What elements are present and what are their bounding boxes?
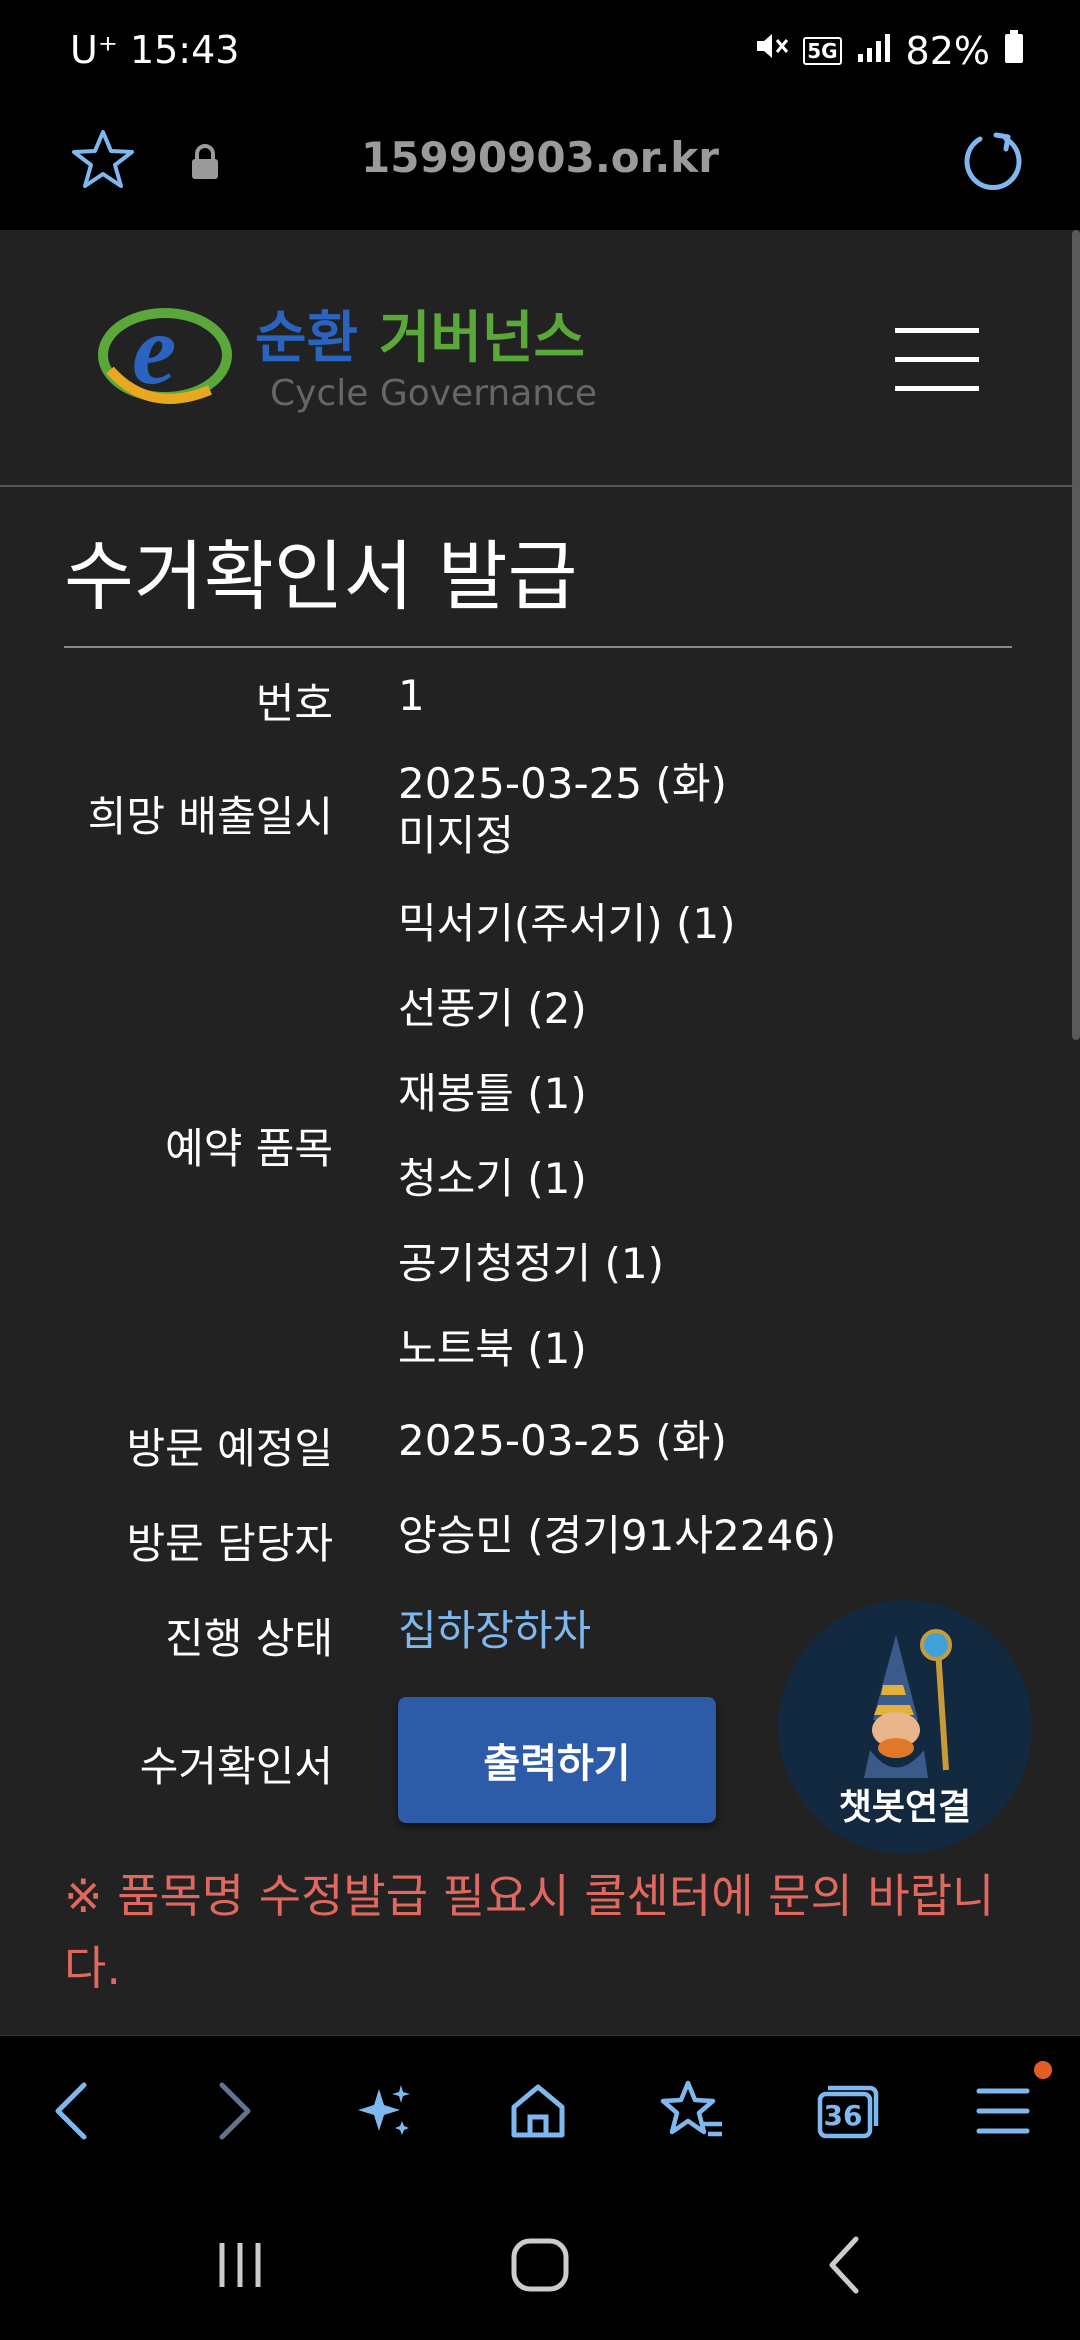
logo-title-1: 순환: [255, 306, 358, 371]
logo-subtitle: Cycle Governance: [270, 373, 597, 414]
system-navigation-bar: [0, 2185, 1080, 2340]
bookmarks-icon[interactable]: [658, 2076, 728, 2146]
site-logo[interactable]: e 순환 거버넌스 Cycle Governance: [90, 294, 650, 425]
wizard-mascot-icon: [864, 1629, 952, 1778]
hamburger-icon[interactable]: [895, 328, 979, 392]
signal-icon: [856, 29, 892, 73]
value-visit-date: 2025-03-25 (화): [398, 1416, 727, 1465]
recent-apps-icon[interactable]: [200, 2225, 280, 2305]
chatbot-label: 챗봇연결: [838, 1787, 972, 1828]
label-desired-date: 희망 배출일시: [87, 792, 333, 841]
value-desired-date-line2: 미지정: [398, 811, 514, 860]
reload-icon[interactable]: [956, 125, 1030, 203]
site-header: e 순환 거버넌스 Cycle Governance: [0, 230, 1075, 487]
item-0: 믹서기(주서기) (1): [398, 899, 736, 948]
mute-icon: [753, 28, 789, 73]
chatbot-button[interactable]: 챗봇연결: [778, 1600, 1032, 1854]
logo-title-2: 거버넌스: [379, 306, 585, 371]
item-4: 공기청정기 (1): [398, 1239, 665, 1288]
home-button-icon[interactable]: [500, 2225, 580, 2305]
5g-icon: 5G: [803, 36, 842, 65]
battery-percent: 82%: [905, 28, 990, 73]
item-5: 노트북 (1): [398, 1324, 587, 1373]
status-time: U⁺ 15:43: [70, 28, 240, 72]
label-status: 진행 상태: [165, 1614, 333, 1663]
label-visit-staff: 방문 담당자: [126, 1519, 333, 1568]
item-1: 선풍기 (2): [398, 984, 587, 1033]
browser-toolbar: 36: [0, 2035, 1080, 2185]
value-status[interactable]: 집하장하차: [398, 1605, 591, 1657]
battery-icon: [1004, 29, 1024, 73]
back-icon[interactable]: [38, 2076, 108, 2146]
value-desired-date-line1: 2025-03-25 (화): [398, 759, 727, 808]
notice-text: ※ 품목명 수정발급 필요시 콜센터에 문의 바랍니다.: [64, 1869, 995, 1995]
svg-text:e: e: [132, 295, 176, 405]
notification-dot: [1034, 2061, 1052, 2079]
label-items: 예약 품목: [165, 1124, 333, 1173]
value-desired-date: 2025-03-25 (화) 미지정: [398, 758, 727, 862]
label-visit-date: 방문 예정일: [126, 1424, 333, 1473]
item-2: 재봉틀 (1): [398, 1069, 587, 1118]
tab-count: 36: [823, 2098, 863, 2132]
url-field[interactable]: 15990903.or.kr: [0, 133, 1080, 182]
page-title: 수거확인서 발급: [64, 532, 578, 621]
value-number: 1: [398, 671, 425, 720]
sparkle-icon[interactable]: [350, 2076, 420, 2146]
system-back-icon[interactable]: [805, 2225, 885, 2305]
home-icon[interactable]: [503, 2076, 573, 2146]
browser-url-bar: 15990903.or.kr: [0, 105, 1080, 230]
print-button[interactable]: 출력하기: [398, 1697, 716, 1823]
menu-icon[interactable]: [968, 2076, 1038, 2146]
value-visit-staff: 양승민 (경기91사2246): [398, 1511, 837, 1560]
label-number: 번호: [255, 679, 333, 728]
status-icons: 5G 82%: [753, 28, 1024, 73]
status-bar: U⁺ 15:43 5G 82%: [0, 0, 1080, 105]
label-certificate: 수거확인서: [139, 1742, 333, 1791]
tabs-icon[interactable]: 36: [812, 2076, 882, 2146]
web-page: e 순환 거버넌스 Cycle Governance 수거확인서 발급 번호 1…: [0, 230, 1080, 2035]
item-3: 청소기 (1): [398, 1154, 587, 1203]
title-divider: [64, 646, 1012, 648]
forward-icon[interactable]: [198, 2076, 268, 2146]
